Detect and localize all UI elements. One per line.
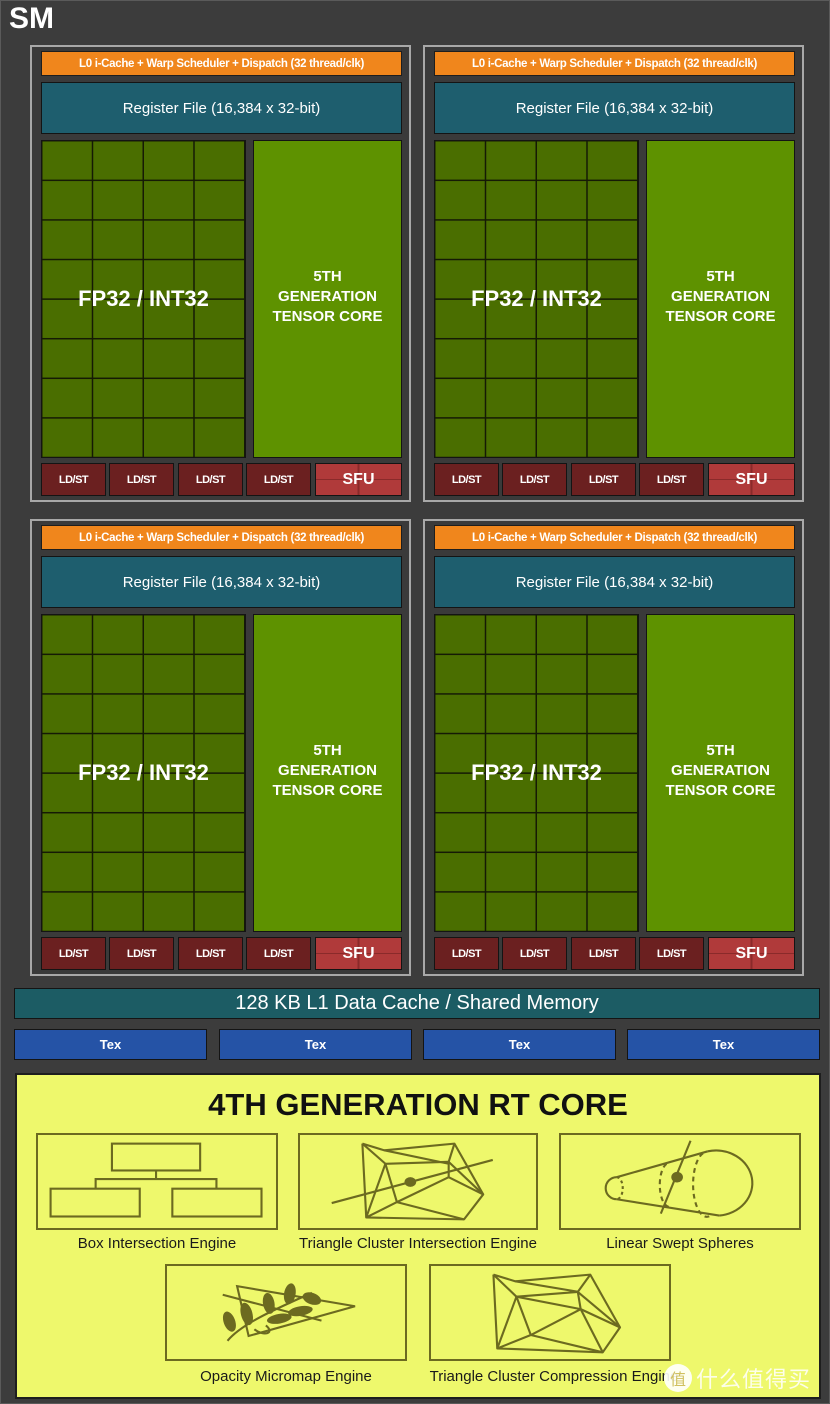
tensor-core-line: GENERATION — [278, 288, 377, 305]
tex-unit: Tex — [14, 1029, 207, 1060]
sm-partition: L0 i-Cache + Warp Scheduler + Dispatch (… — [30, 519, 411, 976]
triangle-cluster-compression-engine — [429, 1264, 671, 1361]
ldst-unit: LD/ST — [109, 937, 174, 970]
warp-scheduler-block: L0 i-Cache + Warp Scheduler + Dispatch (… — [41, 51, 402, 76]
ldst-unit: LD/ST — [639, 937, 704, 970]
sm-partition: L0 i-Cache + Warp Scheduler + Dispatch (… — [423, 519, 804, 976]
tensor-core-block: 5TH GENERATION TENSOR CORE — [253, 140, 402, 458]
sfu-unit: SFU — [315, 463, 402, 496]
ldst-unit: LD/ST — [41, 937, 106, 970]
linear-swept-spheres — [559, 1133, 801, 1230]
ldst-unit: LD/ST — [41, 463, 106, 496]
fp32-int32-cores: FP32 / INT32 — [434, 614, 639, 932]
ldst-unit: LD/ST — [246, 937, 311, 970]
ldst-unit: LD/ST — [178, 937, 243, 970]
warp-scheduler-block: L0 i-Cache + Warp Scheduler + Dispatch (… — [434, 51, 795, 76]
ldst-unit: LD/ST — [571, 463, 636, 496]
tensor-core-line: 5TH — [313, 268, 342, 285]
tensor-core-line: GENERATION — [671, 288, 770, 305]
engine-label: Linear Swept Spheres — [606, 1235, 754, 1252]
warp-scheduler-block: L0 i-Cache + Warp Scheduler + Dispatch (… — [434, 525, 795, 550]
opacity-micromap-engine — [165, 1264, 407, 1361]
tensor-core-block: 5TH GENERATION TENSOR CORE — [253, 614, 402, 932]
tex-unit: Tex — [219, 1029, 412, 1060]
tensor-core-label: 5TH GENERATION TENSOR CORE — [254, 267, 401, 327]
fp32-int32-cores: FP32 / INT32 — [41, 140, 246, 458]
box-intersection-engine — [36, 1133, 278, 1230]
tensor-core-line: TENSOR CORE — [665, 308, 776, 325]
leaf-triangle-icon — [222, 1283, 356, 1342]
ldst-unit: LD/ST — [502, 937, 567, 970]
sfu-unit: SFU — [708, 937, 795, 970]
tensor-core-label: 5TH GENERATION TENSOR CORE — [254, 741, 401, 801]
fp32-int32-cores: FP32 / INT32 — [41, 614, 246, 932]
l1-data-cache-block: 128 KB L1 Data Cache / Shared Memory — [14, 988, 820, 1019]
rt-core-block: 4TH GENERATION RT CORE Box Intersection … — [15, 1073, 821, 1399]
tex-unit: Tex — [627, 1029, 820, 1060]
fp32-int32-label: FP32 / INT32 — [78, 286, 209, 311]
sm-title: SM — [9, 2, 54, 35]
triangle-mesh-ray-icon — [331, 1142, 494, 1221]
tensor-core-line: TENSOR CORE — [272, 782, 383, 799]
tex-unit: Tex — [423, 1029, 616, 1060]
tensor-core-block: 5TH GENERATION TENSOR CORE — [646, 614, 795, 932]
tensor-core-label: 5TH GENERATION TENSOR CORE — [647, 741, 794, 801]
engine-label: Triangle Cluster Intersection Engine — [299, 1235, 537, 1252]
watermark: 值 什么值得买 — [664, 1362, 811, 1394]
ldst-unit: LD/ST — [434, 463, 499, 496]
triangle-cluster-intersection-engine — [298, 1133, 538, 1230]
sfu-unit: SFU — [708, 463, 795, 496]
ldst-unit: LD/ST — [502, 463, 567, 496]
engine-label: Triangle Cluster Compression Engine — [429, 1368, 679, 1385]
warp-scheduler-block: L0 i-Cache + Warp Scheduler + Dispatch (… — [41, 525, 402, 550]
box-hierarchy-icon — [49, 1142, 263, 1218]
rt-core-title: 4TH GENERATION RT CORE — [208, 1087, 628, 1122]
tensor-core-block: 5TH GENERATION TENSOR CORE — [646, 140, 795, 458]
swept-sphere-icon — [604, 1140, 754, 1218]
watermark-text: 什么值得买 — [696, 1368, 812, 1393]
engine-label: Box Intersection Engine — [77, 1235, 237, 1252]
ldst-unit: LD/ST — [246, 463, 311, 496]
tensor-core-line: GENERATION — [671, 762, 770, 779]
tensor-core-line: 5TH — [706, 268, 735, 285]
ldst-unit: LD/ST — [109, 463, 174, 496]
ldst-unit: LD/ST — [434, 937, 499, 970]
fp32-int32-label: FP32 / INT32 — [471, 286, 602, 311]
sm-partition: L0 i-Cache + Warp Scheduler + Dispatch (… — [423, 45, 804, 502]
fp32-int32-cores: FP32 / INT32 — [434, 140, 639, 458]
register-file-block: Register File (16,384 x 32-bit) — [41, 82, 402, 134]
register-file-block: Register File (16,384 x 32-bit) — [434, 82, 795, 134]
register-file-block: Register File (16,384 x 32-bit) — [434, 556, 795, 608]
ldst-unit: LD/ST — [178, 463, 243, 496]
tensor-core-line: TENSOR CORE — [272, 308, 383, 325]
sfu-unit: SFU — [315, 937, 402, 970]
tensor-core-label: 5TH GENERATION TENSOR CORE — [647, 267, 794, 327]
fp32-int32-label: FP32 / INT32 — [78, 760, 209, 785]
tensor-core-line: GENERATION — [278, 762, 377, 779]
triangle-mesh-icon — [492, 1273, 622, 1354]
sm-diagram: SM L0 i-Cache + Warp Scheduler + Dispatc… — [0, 0, 830, 1404]
tensor-core-line: TENSOR CORE — [665, 782, 776, 799]
tensor-core-line: 5TH — [706, 742, 735, 759]
watermark-logo-icon: 值 — [664, 1364, 692, 1392]
ldst-unit: LD/ST — [639, 463, 704, 496]
tensor-core-line: 5TH — [313, 742, 342, 759]
sm-partition: L0 i-Cache + Warp Scheduler + Dispatch (… — [30, 45, 411, 502]
engine-label: Opacity Micromap Engine — [200, 1368, 372, 1385]
ldst-unit: LD/ST — [571, 937, 636, 970]
fp32-int32-label: FP32 / INT32 — [471, 760, 602, 785]
register-file-block: Register File (16,384 x 32-bit) — [41, 556, 402, 608]
